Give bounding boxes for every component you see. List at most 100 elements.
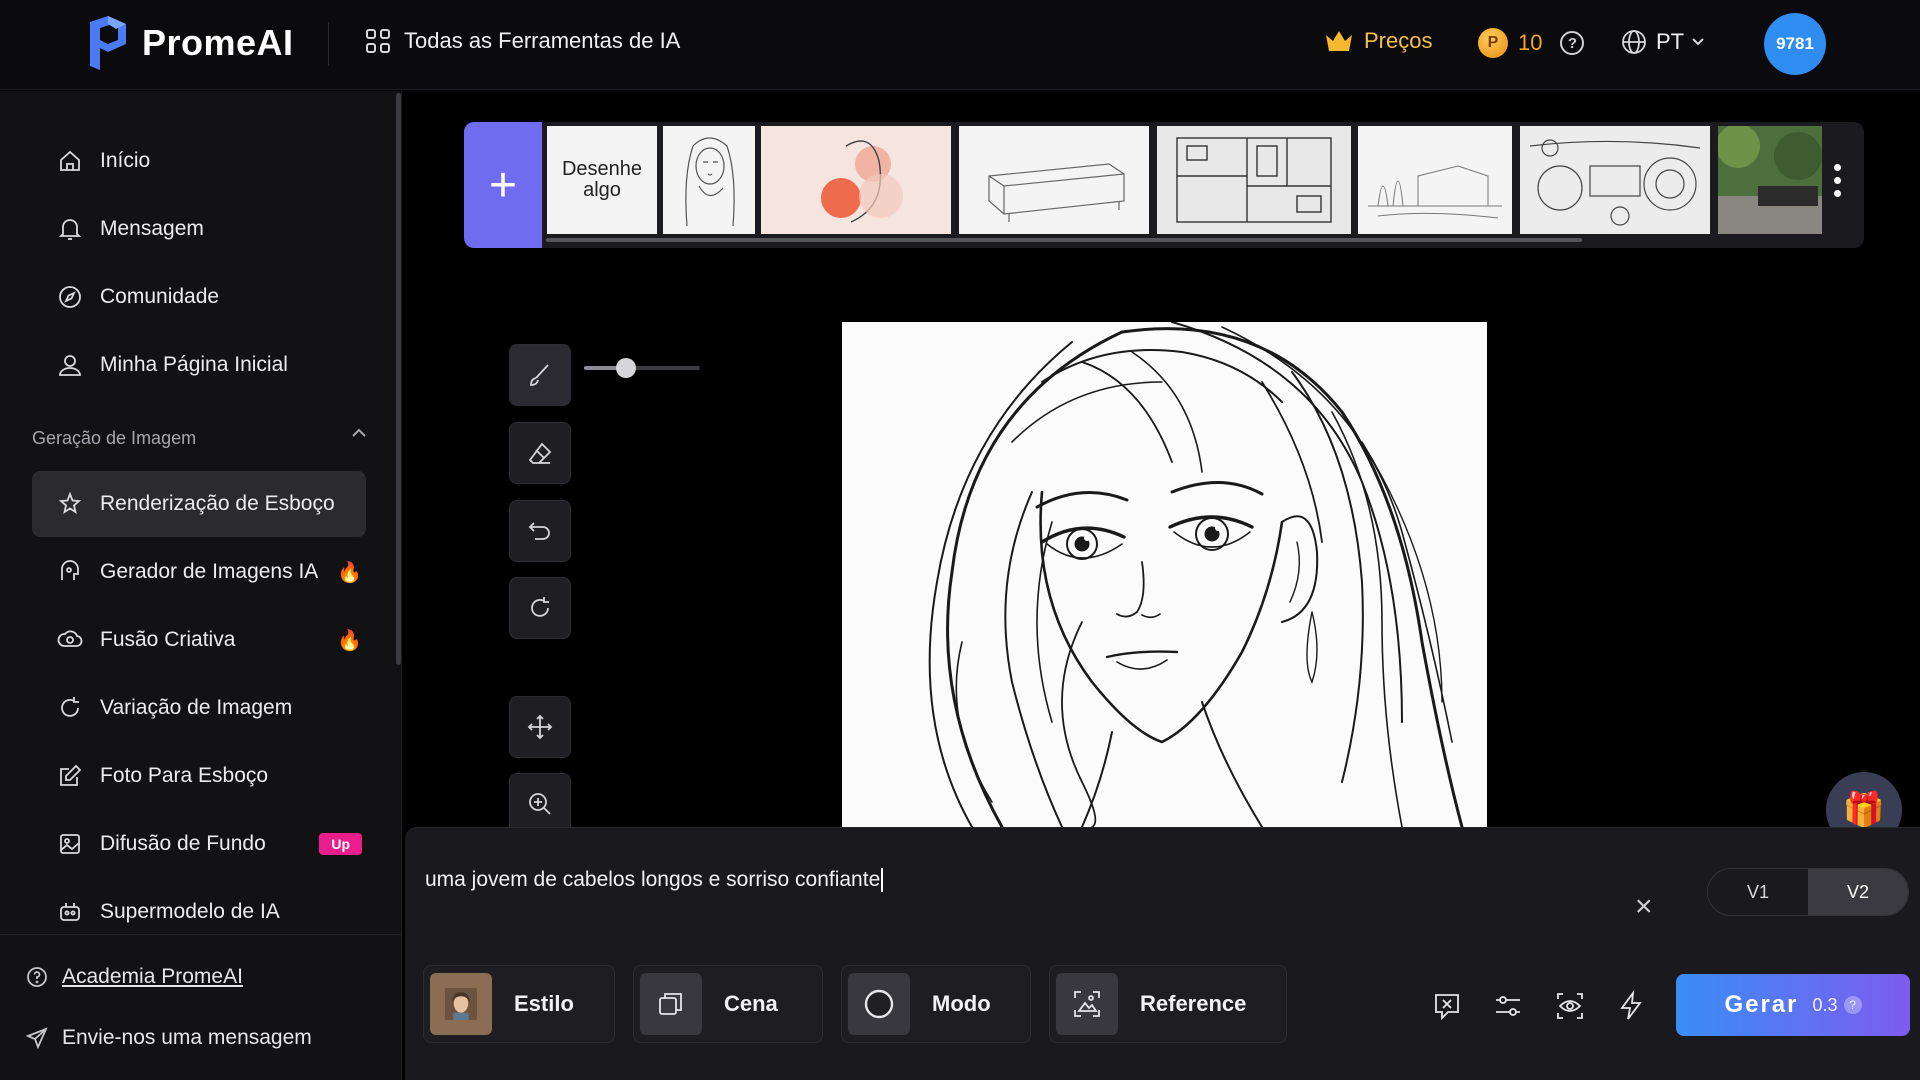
chevron-up-icon (352, 428, 366, 437)
template-garden-photo[interactable] (1718, 126, 1822, 234)
sidebar-item-community[interactable]: Comunidade (32, 264, 366, 330)
generate-button[interactable]: Gerar 0.3 ? (1676, 974, 1910, 1036)
contact-label: Envie-nos uma mensagem (62, 1026, 312, 1049)
ai-image-icon (56, 558, 84, 586)
clear-prompt-button[interactable]: × (1635, 890, 1653, 924)
all-tools-button[interactable]: Todas as Ferramentas de IA (366, 28, 680, 54)
template-sofa[interactable] (959, 126, 1149, 234)
style-thumbnail (430, 973, 492, 1035)
sidebar-item-ai-image-generator[interactable]: Gerador de Imagens IA 🔥 (32, 539, 366, 605)
sketch-canvas[interactable] (842, 322, 1487, 827)
template-strip-scrollbar[interactable] (546, 238, 1582, 242)
prompt-input[interactable]: uma jovem de cabelos longos e sorriso co… (425, 868, 884, 893)
fire-icon: 🔥 (337, 629, 362, 652)
cost-help-icon[interactable]: ? (1843, 996, 1862, 1014)
sidebar-item-background-diffusion[interactable]: Difusão de Fundo Up (32, 811, 366, 877)
generate-cost-value: 0.3 (1812, 994, 1838, 1015)
help-icon[interactable]: ? (1560, 31, 1585, 55)
brush-tool-button[interactable] (509, 344, 571, 406)
compass-icon (56, 283, 84, 311)
template-floor-plan[interactable] (1157, 126, 1351, 234)
sliders-icon (1496, 996, 1520, 1016)
version-toggle[interactable]: V1 V2 (1707, 868, 1909, 916)
redo-icon (531, 597, 549, 617)
image-focus-icon (1074, 991, 1100, 1017)
refresh-icon (56, 694, 84, 722)
mode-option-button[interactable]: Modo (841, 965, 1031, 1043)
generate-label: Gerar (1724, 991, 1799, 1018)
abstract-art-thumbnail (821, 140, 903, 223)
sidebar-item-ai-supermodel[interactable]: Supermodelo de IA (32, 879, 366, 945)
coin-icon: P (1478, 28, 1508, 58)
fast-mode-button[interactable] (1611, 986, 1651, 1026)
top-bar: PromeAI Todas as Ferramentas de IA Preço… (0, 0, 1920, 90)
zoom-tool-button[interactable] (509, 773, 571, 835)
user-icon (56, 351, 84, 379)
grid-icon (366, 29, 390, 53)
reference-option-button[interactable]: Reference (1049, 965, 1287, 1043)
header-divider (328, 22, 329, 66)
reference-thumbnail (1056, 973, 1118, 1035)
eye-scan-icon (1557, 993, 1583, 1019)
girl-sketch-image (928, 322, 1464, 827)
template-draw-something[interactable]: Desenhe algo (547, 126, 657, 234)
credits-count: 10 (1518, 30, 1543, 55)
template-girl-sketch[interactable] (663, 126, 755, 234)
eraser-tool-button[interactable] (509, 422, 571, 484)
sidebar-item-sketch-rendering[interactable]: Renderização de Esboço (32, 471, 366, 537)
version-v2-button[interactable]: V2 (1808, 869, 1908, 915)
settings-sliders-button[interactable] (1488, 986, 1528, 1026)
sidebar-item-my-home[interactable]: Minha Página Inicial (32, 332, 366, 398)
scene-option-button[interactable]: Cena (633, 965, 823, 1043)
avatar[interactable]: 9781 (1764, 13, 1826, 75)
brush-size-slider[interactable] (584, 358, 700, 378)
undo-button[interactable] (509, 500, 571, 562)
send-icon (26, 1027, 48, 1049)
academy-link[interactable]: Academia PromeAI (26, 965, 243, 989)
promeai-logo-icon (90, 16, 126, 70)
section-image-generation[interactable]: Geração de Imagem (32, 428, 366, 449)
sidebar-divider (0, 934, 401, 935)
prompt-input-text: uma jovem de cabelos longos e sorriso co… (425, 868, 881, 891)
sidebar-item-label: Mensagem (100, 217, 204, 240)
sidebar-item-image-variation[interactable]: Variação de Imagem (32, 675, 366, 741)
template-draw-label: Desenhe algo (561, 158, 643, 201)
template-garden-plan[interactable] (1520, 126, 1710, 234)
brush-size-handle[interactable] (615, 358, 636, 378)
sidebar-item-photo-to-sketch[interactable]: Foto Para Esboço (32, 743, 366, 809)
style-option-button[interactable]: Estilo (423, 965, 615, 1043)
chevron-down-icon (1692, 38, 1704, 46)
add-template-button[interactable]: + (464, 122, 542, 248)
logo[interactable]: PromeAI (86, 14, 294, 72)
credits-display[interactable]: P 10 ? (1478, 28, 1585, 58)
sidebar-item-creative-fusion[interactable]: Fusão Criativa 🔥 (32, 607, 366, 673)
sidebar-item-home[interactable]: Início (32, 128, 366, 194)
remove-chat-icon (1435, 994, 1459, 1021)
edit-icon (56, 762, 84, 790)
more-options-icon[interactable] (1834, 164, 1841, 197)
scene-thumbnail (640, 973, 702, 1035)
sidebar-item-label: Comunidade (100, 285, 220, 308)
template-landscape-sketch[interactable] (1358, 126, 1512, 234)
template-strip: + Desenhe algo (464, 122, 1864, 248)
fusion-icon (56, 626, 84, 654)
negative-prompt-button[interactable] (1427, 986, 1467, 1026)
contact-link[interactable]: Envie-nos uma mensagem (26, 1026, 312, 1050)
template-abstract-art[interactable] (761, 126, 951, 234)
fire-icon: 🔥 (337, 561, 362, 584)
preview-button[interactable] (1550, 986, 1590, 1026)
redo-button[interactable] (509, 577, 571, 639)
pricing-link[interactable]: Preços (1324, 28, 1432, 54)
up-badge: Up (319, 833, 362, 855)
floor-plan-thumbnail (1176, 137, 1332, 223)
sidebar-item-label: Variação de Imagem (100, 696, 293, 719)
section-title: Geração de Imagem (32, 428, 197, 448)
language-selector[interactable]: PT (1620, 28, 1704, 56)
move-tool-button[interactable] (509, 696, 571, 758)
sidebar-scrollbar[interactable] (396, 93, 401, 665)
version-v1-button[interactable]: V1 (1708, 869, 1808, 915)
generate-cost: 0.3 ? (1813, 995, 1862, 1016)
sidebar-item-label: Início (100, 149, 151, 172)
circle-icon (864, 989, 894, 1019)
sidebar-item-messages[interactable]: Mensagem (32, 196, 366, 262)
